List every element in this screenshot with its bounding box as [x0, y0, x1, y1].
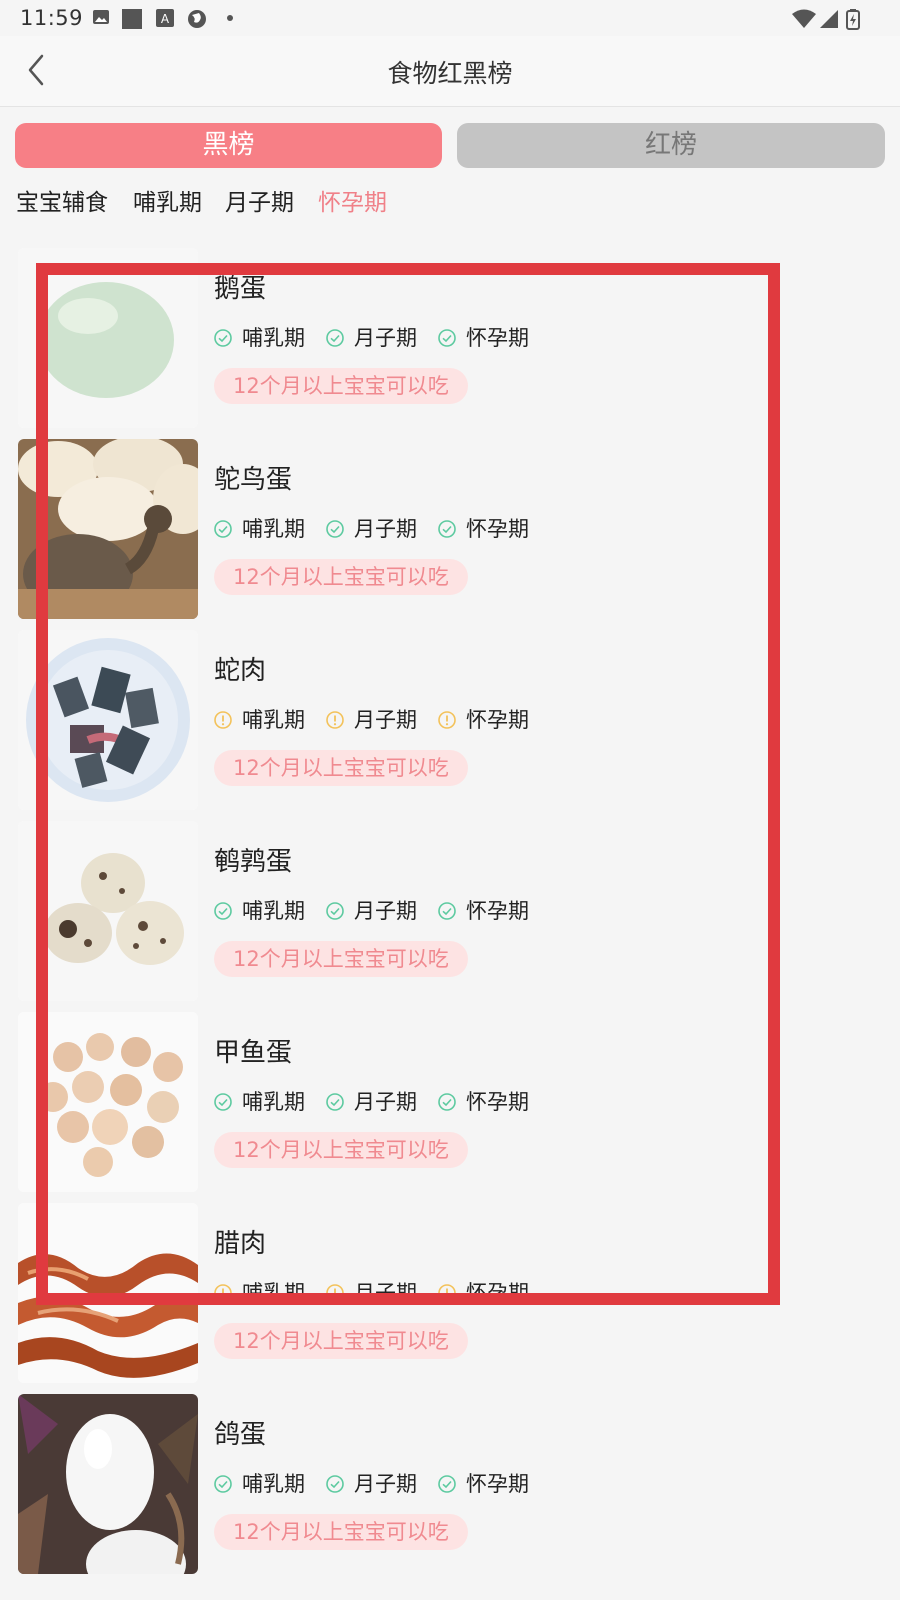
tag-label: 怀孕期 — [466, 899, 529, 923]
check-circle-icon — [214, 329, 232, 347]
tag-label: 月子期 — [354, 708, 417, 732]
check-circle-icon — [326, 1475, 344, 1493]
check-circle-icon — [438, 902, 456, 920]
globe-notification-icon — [188, 10, 206, 28]
warning-circle-icon — [214, 711, 232, 729]
tag-label: 哺乳期 — [242, 517, 305, 541]
food-name: 鸵鸟蛋 — [214, 465, 293, 495]
food-name: 鹅蛋 — [214, 274, 267, 304]
more-dot-icon — [227, 15, 233, 21]
check-circle-icon — [326, 902, 344, 920]
status-time: 11:59 — [20, 6, 84, 30]
quail-egg-image — [18, 821, 198, 1001]
image-notification-icon — [93, 10, 109, 24]
tag-label: 哺乳期 — [242, 708, 305, 732]
list-item[interactable]: 鹅蛋 哺乳期 月子期 怀孕期 12个月以上宝宝可以吃 — [0, 248, 900, 429]
list-item[interactable]: 腊肉 哺乳期 月子期 怀孕期 12个月以上宝宝可以吃 — [0, 1203, 900, 1384]
tag-label: 怀孕期 — [466, 1472, 529, 1496]
goose-egg-image — [18, 248, 198, 428]
check-circle-icon — [214, 902, 232, 920]
tag-label: 月子期 — [354, 899, 417, 923]
age-badge: 12个月以上宝宝可以吃 — [214, 1132, 468, 1168]
font-notification-icon: A — [156, 9, 174, 27]
turtle-egg-image — [18, 1012, 198, 1192]
check-circle-icon — [438, 1475, 456, 1493]
tag-label: 怀孕期 — [466, 1281, 529, 1305]
tag-label: 月子期 — [354, 326, 417, 350]
tag-label: 哺乳期 — [242, 899, 305, 923]
check-circle-icon — [438, 329, 456, 347]
age-badge: 12个月以上宝宝可以吃 — [214, 368, 468, 404]
warning-circle-icon — [438, 711, 456, 729]
check-circle-icon — [326, 1093, 344, 1111]
category-confinement[interactable]: 月子期 — [225, 183, 294, 217]
tab-red-list[interactable]: 红榜 — [457, 123, 885, 168]
check-circle-icon — [438, 520, 456, 538]
tag-label: 月子期 — [354, 1090, 417, 1114]
cured-meat-image — [18, 1203, 198, 1383]
tag-label: 怀孕期 — [466, 708, 529, 732]
battery-icon — [846, 9, 860, 30]
food-name: 鹌鹑蛋 — [214, 847, 293, 877]
category-lactation[interactable]: 哺乳期 — [133, 183, 202, 217]
category-pregnancy[interactable]: 怀孕期 — [318, 183, 387, 217]
ostrich-egg-image — [18, 439, 198, 619]
food-name: 鸽蛋 — [214, 1420, 267, 1450]
square-notification-icon — [122, 9, 142, 29]
list-item[interactable]: 鸵鸟蛋 哺乳期 月子期 怀孕期 12个月以上宝宝可以吃 — [0, 439, 900, 620]
warning-circle-icon — [214, 1284, 232, 1302]
category-baby-food[interactable]: 宝宝辅食 — [16, 183, 108, 217]
list-item[interactable]: 鹌鹑蛋 哺乳期 月子期 怀孕期 12个月以上宝宝可以吃 — [0, 821, 900, 1002]
tag-label: 哺乳期 — [242, 1090, 305, 1114]
check-circle-icon — [214, 520, 232, 538]
tag-label: 怀孕期 — [466, 1090, 529, 1114]
warning-circle-icon — [326, 1284, 344, 1302]
tag-label: 月子期 — [354, 517, 417, 541]
signal-icon — [820, 10, 838, 28]
title-bar: 食物红黑榜 — [0, 36, 900, 107]
pigeon-egg-image — [18, 1394, 198, 1574]
age-badge: 12个月以上宝宝可以吃 — [214, 750, 468, 786]
list-item[interactable]: 蛇肉 哺乳期 月子期 怀孕期 12个月以上宝宝可以吃 — [0, 630, 900, 811]
check-circle-icon — [438, 1093, 456, 1111]
svg-text:A: A — [161, 12, 170, 26]
list-item[interactable]: 甲鱼蛋 哺乳期 月子期 怀孕期 12个月以上宝宝可以吃 — [0, 1012, 900, 1193]
age-badge: 12个月以上宝宝可以吃 — [214, 559, 468, 595]
list-item[interactable]: 鸽蛋 哺乳期 月子期 怀孕期 12个月以上宝宝可以吃 — [0, 1394, 900, 1575]
status-bar: 11:59 A — [0, 0, 900, 36]
tag-label: 怀孕期 — [466, 517, 529, 541]
tag-label: 月子期 — [354, 1472, 417, 1496]
tag-label: 怀孕期 — [466, 326, 529, 350]
snake-meat-image — [18, 630, 198, 810]
tag-label: 哺乳期 — [242, 326, 305, 350]
check-circle-icon — [214, 1093, 232, 1111]
check-circle-icon — [214, 1475, 232, 1493]
warning-circle-icon — [438, 1284, 456, 1302]
tag-label: 哺乳期 — [242, 1472, 305, 1496]
food-name: 甲鱼蛋 — [214, 1038, 293, 1068]
tag-label: 哺乳期 — [242, 1281, 305, 1305]
page-title: 食物红黑榜 — [387, 59, 513, 88]
food-name: 腊肉 — [214, 1229, 267, 1259]
age-badge: 12个月以上宝宝可以吃 — [214, 1323, 468, 1359]
tag-label: 月子期 — [354, 1281, 417, 1305]
food-name: 蛇肉 — [214, 656, 267, 686]
check-circle-icon — [326, 329, 344, 347]
age-badge: 12个月以上宝宝可以吃 — [214, 941, 468, 977]
warning-circle-icon — [326, 711, 344, 729]
age-badge: 12个月以上宝宝可以吃 — [214, 1514, 468, 1550]
wifi-icon — [792, 9, 816, 28]
tab-black-list[interactable]: 黑榜 — [15, 123, 442, 168]
check-circle-icon — [326, 520, 344, 538]
